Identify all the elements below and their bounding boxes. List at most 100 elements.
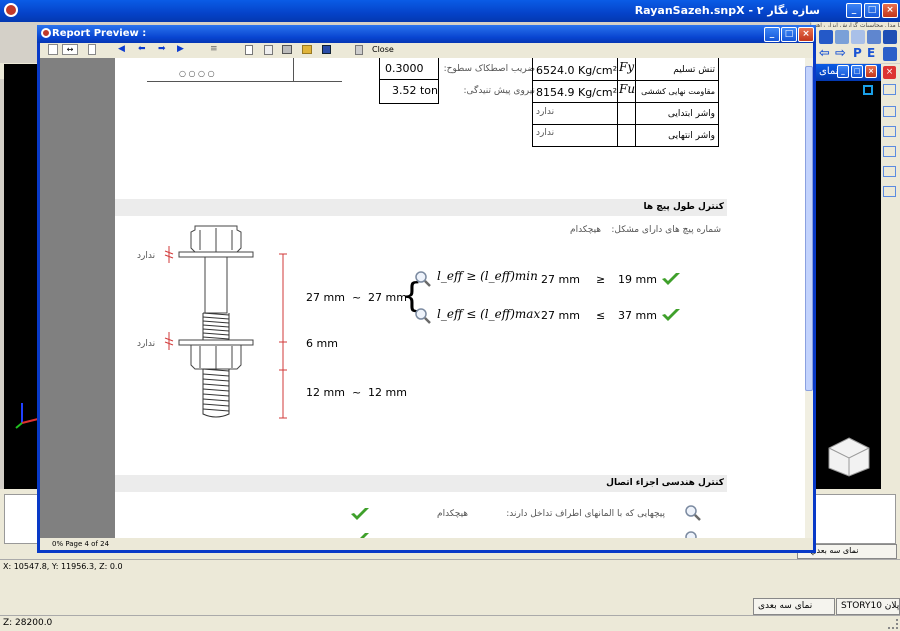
prev-page-button[interactable]: ⬅ (138, 44, 146, 55)
condition-1-formula: l_eff ≥ (l_eff)min (437, 269, 538, 283)
exit-icon[interactable] (355, 45, 363, 55)
magnifier-icon[interactable] (414, 307, 432, 325)
resize-grip-icon[interactable] (888, 619, 898, 629)
right-3d-viewport[interactable] (815, 81, 881, 489)
nut-height: 6 mm (306, 337, 338, 350)
zoom-tool-icon[interactable] (883, 146, 896, 157)
save-report-icon[interactable] (322, 45, 331, 54)
first-page-button[interactable]: ◀ (118, 44, 125, 55)
e-icon[interactable]: E (867, 46, 875, 60)
view-cube-icon[interactable] (827, 436, 871, 478)
z-readout: Z: 28200.0 (3, 618, 53, 628)
bolt-length-title: کنترل طول پیچ ها (643, 202, 724, 212)
view-icon[interactable] (835, 30, 849, 44)
select-tool-icon[interactable] (883, 84, 896, 95)
pretension-value: 3.52 ton (392, 84, 439, 97)
right-viewport-title: نمای (819, 66, 839, 77)
viewport-close-button[interactable]: × (865, 65, 877, 78)
coords-status-bar: X: 10547.8, Y: 11956.3, Z: 0.0 (0, 559, 900, 573)
condition-2-limit: 37 mm (618, 309, 657, 322)
page-single-icon[interactable] (48, 44, 58, 55)
report-close-button[interactable]: × (798, 27, 814, 42)
tab-3d-small-label: نمای سه بعدي (810, 546, 859, 555)
condition-2-operator: ≤ (596, 309, 606, 322)
report-scrollbar-thumb[interactable] (805, 66, 813, 391)
report-page: ○ ○ ○ ○ 0.3000 ضریب اصطکاک سطوح: 3.52 to… (115, 58, 805, 538)
fy-value: 6524.0 Kg/cm² (536, 64, 618, 77)
friction-value: 0.3000 (385, 62, 424, 75)
fu-value: 8154.9 Kg/cm² (536, 86, 618, 99)
pretension-value-cell: 3.52 ton (379, 80, 439, 104)
viewport-minimize-button[interactable]: _ (837, 65, 849, 78)
page-full-icon[interactable] (88, 44, 96, 55)
frame-icon[interactable] (851, 30, 865, 44)
cube-icon[interactable] (883, 47, 897, 61)
goto-page-button[interactable]: ≡ (210, 44, 218, 55)
thread-left: 12 mm (306, 386, 345, 399)
tab-3d-label: نمای سه بعدی (758, 601, 813, 611)
close-report-button[interactable]: Close (372, 45, 394, 54)
problem-bolts-value: هیچکدام (570, 225, 602, 235)
magnifier-icon[interactable] (684, 530, 702, 538)
magnifier-icon[interactable] (684, 504, 702, 522)
geometry-row-1-label: پیچهایی که با المانهای اطراف تداخل دارند… (506, 509, 665, 519)
app-logo-icon (4, 3, 18, 17)
range-left: 27 mm (306, 291, 345, 304)
viewport-maximize-button[interactable]: □ (851, 65, 863, 78)
fit-tool-icon[interactable] (883, 186, 896, 197)
report-maximize-button[interactable]: □ (781, 27, 797, 42)
arrow-right-icon[interactable]: ⇨ (835, 46, 846, 61)
bolt-length-section-header: کنترل طول پیچ ها (115, 199, 727, 216)
p-icon[interactable]: P (853, 46, 862, 60)
status-bar: Z: 28200.0 (0, 615, 900, 631)
new-page-icon[interactable] (245, 45, 253, 55)
report-status-bar: 0% Page 4 of 24 (40, 538, 813, 550)
coords-readout: X: 10547.8, Y: 11956.3, Z: 0.0 (3, 562, 123, 571)
check-icon (662, 273, 680, 285)
right-viewport-header: نمای _ □ × (815, 64, 882, 81)
report-minimize-button[interactable]: _ (764, 27, 780, 42)
bolt-diagram (164, 225, 287, 419)
tab-plan-label: پلان (884, 601, 900, 611)
range-tilde: ~ (352, 291, 362, 304)
fy-label: تنش تسلیم (673, 65, 715, 75)
tab-3d-view[interactable]: نمای سه بعدی (753, 598, 835, 615)
app-title: RayanSazeh.snpX - سازه نگار ۲ (634, 4, 820, 17)
window-tab-strip (0, 573, 900, 598)
viewport-corner-icon (863, 85, 873, 95)
copy-icon[interactable] (264, 45, 273, 55)
save-icon[interactable] (819, 30, 833, 44)
page-width-icon[interactable]: ↔ (62, 44, 78, 55)
rotate-tool-icon[interactable] (883, 106, 896, 117)
report-page-area[interactable]: ○ ○ ○ ○ 0.3000 ضریب اصطکاک سطوح: 3.52 to… (40, 58, 805, 538)
start-washer-value: ندارد (536, 107, 555, 117)
end-washer-value: ندارد (536, 128, 555, 138)
page-indicator: 0% Page 4 of 24 (52, 540, 110, 548)
section-icon[interactable] (867, 30, 881, 44)
magnifier-icon[interactable] (414, 270, 432, 288)
condition-1-value: 27 mm (541, 273, 580, 286)
check-icon (351, 508, 369, 520)
grid-icon[interactable] (883, 30, 897, 44)
arrow-left-icon[interactable]: ⇦ (819, 46, 830, 61)
zoom-window-tool-icon[interactable] (883, 166, 896, 177)
friction-value-cell: 0.3000 (379, 58, 439, 80)
close-panel-icon[interactable]: × (883, 66, 896, 79)
condition-2-value: 27 mm (541, 309, 580, 322)
close-button[interactable]: × (882, 3, 898, 18)
minimize-button[interactable]: _ (846, 3, 862, 18)
fu-label: مقاومت نهایی کششی (641, 87, 715, 96)
left-3d-viewport[interactable] (4, 64, 40, 489)
divider (293, 58, 294, 81)
open-folder-icon[interactable] (302, 45, 312, 54)
tab-plan-story[interactable]: STORY10 پلان (836, 598, 900, 615)
check-icon (662, 309, 680, 321)
print-icon[interactable] (282, 45, 292, 54)
bottom-washer-note: ندارد (137, 339, 156, 349)
geometry-section-header: کنترل هندسی اجزاء اتصال (115, 475, 727, 492)
pan-tool-icon[interactable] (883, 126, 896, 137)
maximize-button[interactable]: □ (864, 3, 880, 18)
condition-1-operator: ≥ (596, 273, 606, 286)
last-page-button[interactable]: ▶ (177, 44, 184, 55)
next-page-button[interactable]: ➡ (158, 44, 166, 55)
